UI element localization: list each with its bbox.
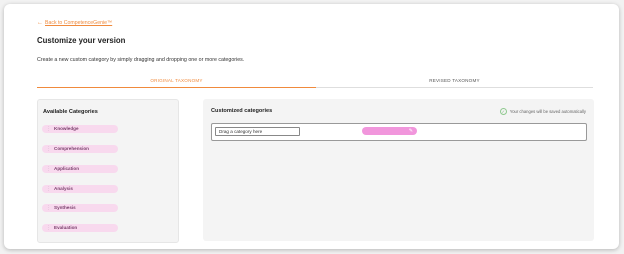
back-link-label: Back to CompetenceGenie™ [45,20,113,26]
category-comprehension[interactable]: ⋮ Comprehension [42,145,118,153]
category-label: Evaluation [54,225,78,230]
autosave-note: ✓ Your changes will be saved automatical… [499,108,586,115]
check-circle-icon: ✓ [499,108,507,115]
category-evaluation[interactable]: ⋮ Evaluation [42,224,118,232]
drag-grip-icon: ⋮ [46,126,51,132]
category-knowledge[interactable]: ⋮ Knowledge [42,125,118,133]
category-label: Synthesis [54,205,76,210]
customized-categories-heading: Customized categories [211,108,273,114]
edit-icon[interactable]: ✎ [409,127,413,135]
tab-original-taxonomy[interactable]: ORIGINAL TAXONOMY [37,78,316,88]
drag-grip-icon: ⋮ [46,186,51,192]
category-synthesis[interactable]: ⋮ Synthesis [42,204,118,212]
tab-revised-taxonomy[interactable]: REVISED TAXONOMY [316,78,593,88]
category-analysis[interactable]: ⋮ Analysis [42,185,118,193]
drop-zone-input[interactable]: Drag a category here [215,127,300,136]
drag-grip-icon: ⋮ [46,146,51,152]
category-label: Comprehension [54,146,89,151]
page-subtitle: Create a new custom category by simply d… [37,57,245,63]
category-label: Knowledge [54,126,79,131]
drag-grip-icon: ⋮ [46,225,51,231]
autosave-text: Your changes will be saved automatically [509,109,586,114]
arrow-left-icon: ← [37,20,43,26]
available-categories-panel: Available Categories ⋮ Knowledge ⋮ Compr… [37,99,179,243]
custom-category-pill[interactable]: ✎ [362,127,417,135]
customized-categories-panel: Customized categories ✓ Your changes wil… [203,99,594,241]
available-categories-heading: Available Categories [43,109,98,115]
custom-category-row: Drag a category here ✎ [211,123,587,141]
category-application[interactable]: ⋮ Application [42,165,118,173]
category-label: Analysis [54,186,73,191]
customize-card: ← Back to CompetenceGenie™ Customize your… [4,4,619,249]
back-link[interactable]: ← Back to CompetenceGenie™ [37,20,112,26]
drag-grip-icon: ⋮ [46,166,51,172]
category-label: Application [54,166,80,171]
page-title: Customize your version [37,36,126,45]
drag-grip-icon: ⋮ [46,205,51,211]
